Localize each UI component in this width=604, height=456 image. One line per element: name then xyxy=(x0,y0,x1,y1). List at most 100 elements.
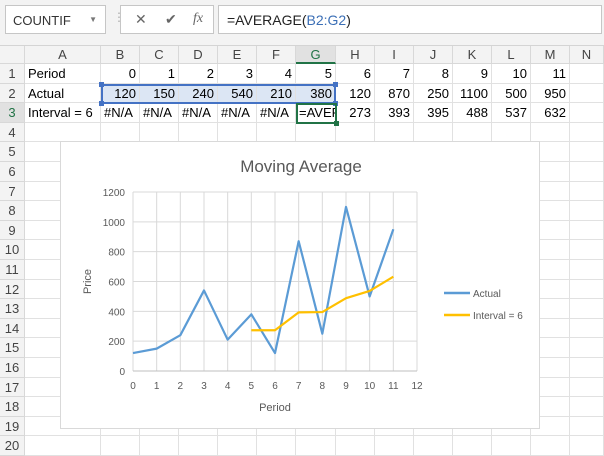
moving-average-chart[interactable]: Moving Average02004006008001000120001234… xyxy=(60,141,540,429)
cell-M20[interactable] xyxy=(531,436,570,456)
cell-N12[interactable] xyxy=(570,280,604,300)
column-header-C[interactable]: C xyxy=(140,46,179,64)
cell-D1[interactable]: 2 xyxy=(179,64,218,84)
cell-N1[interactable] xyxy=(570,64,604,84)
cell-A1[interactable]: Period xyxy=(25,64,101,84)
row-header-16[interactable]: 16 xyxy=(0,358,25,378)
cell-M3[interactable]: 632 xyxy=(531,103,570,123)
cell-B4[interactable] xyxy=(101,123,140,143)
row-header-13[interactable]: 13 xyxy=(0,299,25,319)
cell-K1[interactable]: 9 xyxy=(453,64,492,84)
row-header-1[interactable]: 1 xyxy=(0,64,25,84)
cell-J4[interactable] xyxy=(414,123,453,143)
row-header-19[interactable]: 19 xyxy=(0,417,25,437)
cell-M2[interactable]: 950 xyxy=(531,84,570,104)
cell-D4[interactable] xyxy=(179,123,218,143)
cell-H1[interactable]: 6 xyxy=(336,64,375,84)
row-header-10[interactable]: 10 xyxy=(0,240,25,260)
cell-N3[interactable] xyxy=(570,103,604,123)
cell-H3[interactable]: 273 xyxy=(336,103,375,123)
cell-N11[interactable] xyxy=(570,260,604,280)
cell-N5[interactable] xyxy=(570,142,604,162)
row-header-9[interactable]: 9 xyxy=(0,221,25,241)
cell-E4[interactable] xyxy=(218,123,257,143)
cell-D2[interactable]: 240 xyxy=(179,84,218,104)
cell-N18[interactable] xyxy=(570,397,604,417)
cell-K4[interactable] xyxy=(453,123,492,143)
cell-B20[interactable] xyxy=(101,436,140,456)
row-header-18[interactable]: 18 xyxy=(0,397,25,417)
cell-K2[interactable]: 1100 xyxy=(453,84,492,104)
cell-M4[interactable] xyxy=(531,123,570,143)
row-header-8[interactable]: 8 xyxy=(0,201,25,221)
enter-icon[interactable]: ✔ xyxy=(165,11,177,28)
cell-F20[interactable] xyxy=(257,436,296,456)
cell-L20[interactable] xyxy=(492,436,531,456)
row-header-14[interactable]: 14 xyxy=(0,319,25,339)
cell-G1[interactable]: 5 xyxy=(296,64,336,84)
cell-G20[interactable] xyxy=(296,436,336,456)
cancel-icon[interactable]: ✕ xyxy=(135,11,147,28)
column-header-B[interactable]: B xyxy=(101,46,140,64)
cell-D20[interactable] xyxy=(179,436,218,456)
cell-B3[interactable]: #N/A xyxy=(101,103,140,123)
column-header-G[interactable]: G xyxy=(296,46,336,64)
cell-A20[interactable] xyxy=(25,436,101,456)
row-header-11[interactable]: 11 xyxy=(0,260,25,280)
row-header-20[interactable]: 20 xyxy=(0,436,25,456)
column-header-D[interactable]: D xyxy=(179,46,218,64)
column-header-J[interactable]: J xyxy=(414,46,453,64)
column-header-L[interactable]: L xyxy=(492,46,531,64)
cell-L4[interactable] xyxy=(492,123,531,143)
cell-G2[interactable]: 380 xyxy=(296,84,336,104)
cell-I4[interactable] xyxy=(375,123,414,143)
cell-D3[interactable]: #N/A xyxy=(179,103,218,123)
name-box[interactable]: COUNTIF▼ xyxy=(5,5,106,34)
cell-B2[interactable]: 120 xyxy=(101,84,140,104)
cell-N10[interactable] xyxy=(570,240,604,260)
cell-M1[interactable]: 11 xyxy=(531,64,570,84)
cell-J2[interactable]: 250 xyxy=(414,84,453,104)
cell-I20[interactable] xyxy=(375,436,414,456)
row-header-3[interactable]: 3 xyxy=(0,103,25,123)
row-header-4[interactable]: 4 xyxy=(0,123,25,143)
cell-L1[interactable]: 10 xyxy=(492,64,531,84)
column-header-F[interactable]: F xyxy=(257,46,296,64)
cell-A4[interactable] xyxy=(25,123,101,143)
cell-G4[interactable] xyxy=(296,123,336,143)
cell-N15[interactable] xyxy=(570,338,604,358)
cell-K20[interactable] xyxy=(453,436,492,456)
column-header-N[interactable]: N xyxy=(570,46,604,64)
cell-G3[interactable]: =AVER xyxy=(296,103,336,123)
cell-N7[interactable] xyxy=(570,182,604,202)
cell-J1[interactable]: 8 xyxy=(414,64,453,84)
cell-I2[interactable]: 870 xyxy=(375,84,414,104)
column-header-H[interactable]: H xyxy=(336,46,375,64)
cell-A2[interactable]: Actual xyxy=(25,84,101,104)
cell-F1[interactable]: 4 xyxy=(257,64,296,84)
cell-N20[interactable] xyxy=(570,436,604,456)
cell-N17[interactable] xyxy=(570,378,604,398)
cell-C4[interactable] xyxy=(140,123,179,143)
cell-H4[interactable] xyxy=(336,123,375,143)
cell-E3[interactable]: #N/A xyxy=(218,103,257,123)
cell-J20[interactable] xyxy=(414,436,453,456)
cell-F3[interactable]: #N/A xyxy=(257,103,296,123)
cell-C20[interactable] xyxy=(140,436,179,456)
cell-N2[interactable] xyxy=(570,84,604,104)
select-all-corner[interactable] xyxy=(0,46,25,64)
row-header-7[interactable]: 7 xyxy=(0,182,25,202)
row-header-17[interactable]: 17 xyxy=(0,378,25,398)
cell-C1[interactable]: 1 xyxy=(140,64,179,84)
cell-L3[interactable]: 537 xyxy=(492,103,531,123)
cell-N13[interactable] xyxy=(570,299,604,319)
cell-A3[interactable]: Interval = 6 xyxy=(25,103,101,123)
cell-N9[interactable] xyxy=(570,221,604,241)
cell-K3[interactable]: 488 xyxy=(453,103,492,123)
cell-N4[interactable] xyxy=(570,123,604,143)
cell-F4[interactable] xyxy=(257,123,296,143)
row-header-5[interactable]: 5 xyxy=(0,142,25,162)
cell-E20[interactable] xyxy=(218,436,257,456)
cell-C2[interactable]: 150 xyxy=(140,84,179,104)
cell-E1[interactable]: 3 xyxy=(218,64,257,84)
